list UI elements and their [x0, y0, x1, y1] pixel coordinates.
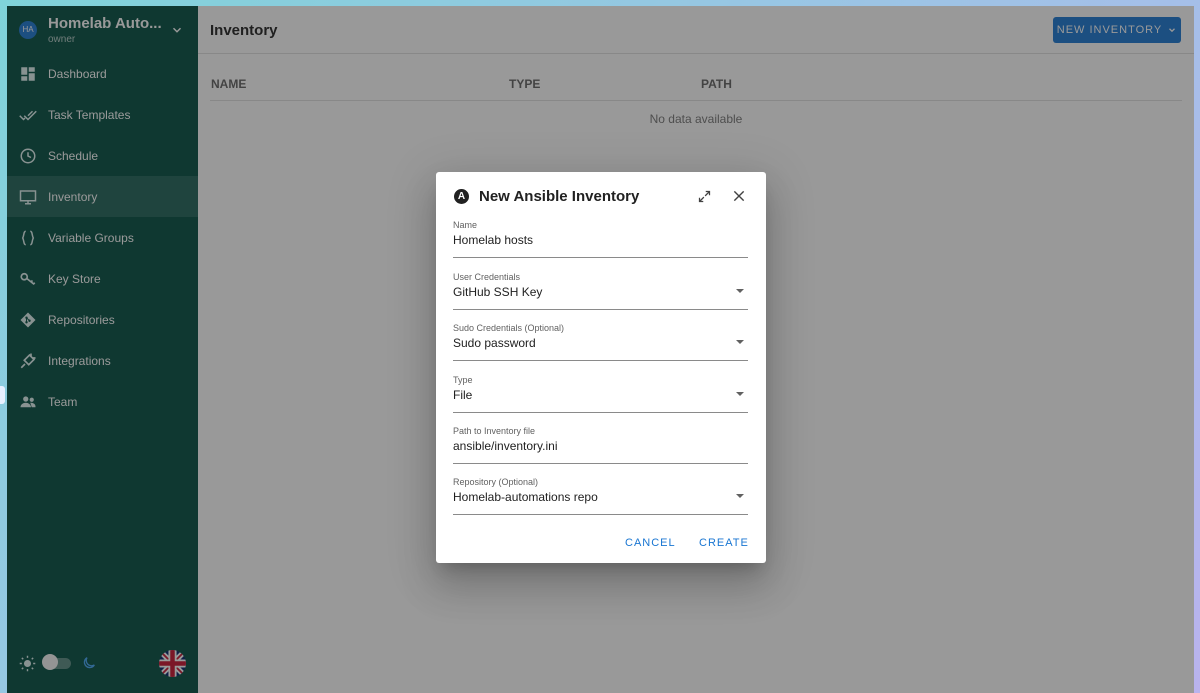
sudo-credentials-value[interactable]: Sudo password	[453, 336, 536, 350]
name-label: Name	[453, 220, 478, 230]
sudo-credentials-select[interactable]: Sudo Credentials (Optional) Sudo passwor…	[453, 323, 748, 361]
new-inventory-dialog: A New Ansible Inventory Name Homelab hos…	[436, 172, 766, 563]
type-value[interactable]: File	[453, 388, 472, 402]
user-credentials-select[interactable]: User Credentials GitHub SSH Key	[453, 272, 748, 310]
path-input[interactable]: ansible/inventory.ini	[453, 439, 558, 453]
type-select[interactable]: Type File	[453, 375, 748, 413]
type-label: Type	[453, 375, 473, 385]
dialog-title: New Ansible Inventory	[479, 188, 640, 205]
repository-select[interactable]: Repository (Optional) Homelab-automation…	[453, 477, 748, 515]
dropdown-arrow-icon[interactable]	[736, 392, 744, 396]
close-icon[interactable]	[732, 189, 746, 203]
expand-icon[interactable]	[697, 189, 712, 204]
user-credentials-label: User Credentials	[453, 272, 521, 282]
path-label: Path to Inventory file	[453, 426, 536, 436]
user-credentials-value[interactable]: GitHub SSH Key	[453, 285, 542, 299]
window-edge-handle	[0, 386, 5, 404]
cancel-button[interactable]: CANCEL	[625, 537, 676, 549]
path-field[interactable]: Path to Inventory file ansible/inventory…	[453, 426, 748, 464]
dropdown-arrow-icon[interactable]	[736, 289, 744, 293]
dropdown-arrow-icon[interactable]	[736, 494, 744, 498]
dropdown-arrow-icon[interactable]	[736, 340, 744, 344]
repository-value[interactable]: Homelab-automations repo	[453, 490, 598, 504]
sudo-credentials-label: Sudo Credentials (Optional)	[453, 323, 565, 333]
repository-label: Repository (Optional)	[453, 477, 539, 487]
name-input[interactable]: Homelab hosts	[453, 233, 533, 247]
ansible-icon: A	[454, 189, 469, 204]
name-field[interactable]: Name Homelab hosts	[453, 220, 748, 258]
create-button[interactable]: CREATE	[699, 537, 749, 549]
